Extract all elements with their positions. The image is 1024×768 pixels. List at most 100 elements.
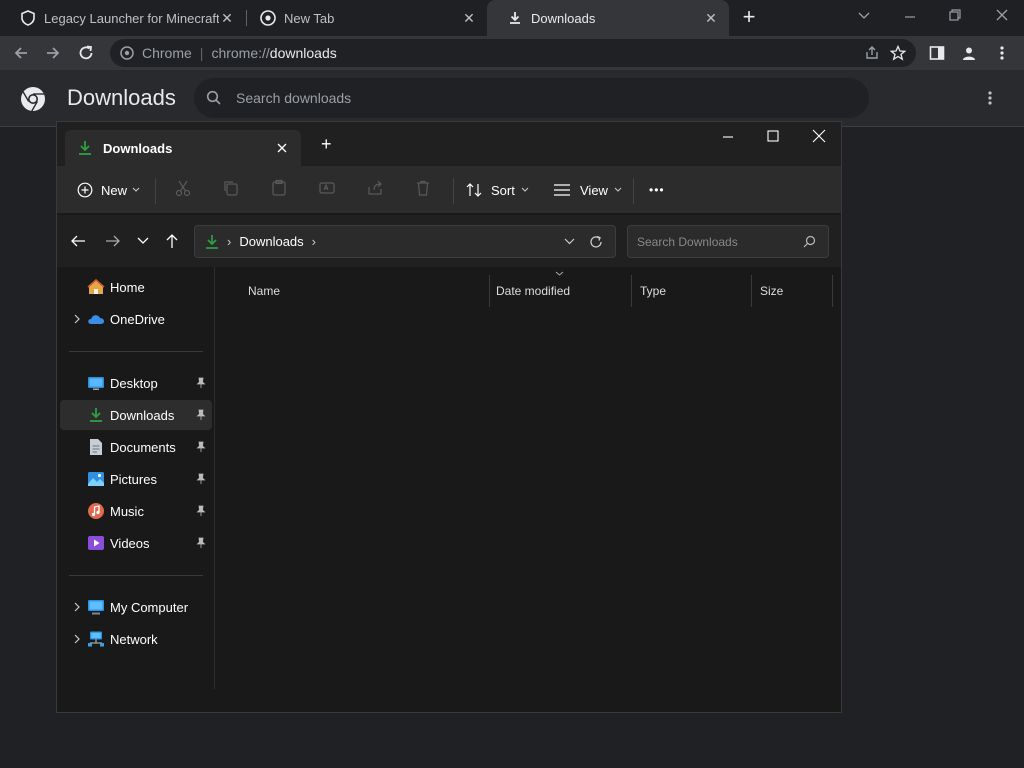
expand-chevron-icon[interactable] xyxy=(69,314,87,324)
reload-icon[interactable] xyxy=(77,44,95,62)
view-label: View xyxy=(580,182,608,198)
profile-icon[interactable] xyxy=(961,45,977,61)
computer-icon xyxy=(88,600,104,615)
address-bar[interactable]: Chrome | chrome:// downloads xyxy=(110,39,916,67)
downloads-search-box[interactable]: Search downloads xyxy=(194,78,869,118)
column-header-name[interactable]: Name xyxy=(240,275,490,307)
browser-tab-downloads[interactable]: Downloads ✕ xyxy=(487,0,729,36)
browser-tab-legacy-launcher[interactable]: Legacy Launcher for Minecraft (e ✕ xyxy=(0,0,245,36)
sidebar-item-music[interactable]: Music xyxy=(60,496,212,526)
shield-icon xyxy=(21,10,35,26)
share-icon[interactable] xyxy=(864,45,880,61)
sidebar-item-label: Videos xyxy=(110,535,150,551)
onedrive-icon xyxy=(88,315,104,324)
sidebar-item-downloads[interactable]: Downloads xyxy=(60,400,212,430)
more-options-icon[interactable] xyxy=(986,90,994,106)
close-icon[interactable]: ✕ xyxy=(461,10,477,26)
pin-icon[interactable] xyxy=(196,505,206,517)
home-icon xyxy=(87,278,105,294)
maximize-icon[interactable] xyxy=(766,129,780,143)
new-tab-button[interactable]: + xyxy=(738,6,760,28)
share-icon[interactable] xyxy=(366,179,384,197)
rename-icon[interactable] xyxy=(318,179,336,197)
cut-icon[interactable] xyxy=(174,179,192,197)
menu-kebab-icon[interactable] xyxy=(998,45,1006,61)
downloads-icon xyxy=(79,141,91,155)
close-icon[interactable]: ✕ xyxy=(219,10,235,26)
toolbar-divider xyxy=(633,178,634,204)
up-arrow-icon[interactable] xyxy=(165,233,179,249)
downloads-icon xyxy=(206,234,218,249)
explorer-address-bar[interactable]: › Downloads › xyxy=(194,225,616,258)
pin-icon[interactable] xyxy=(196,473,206,485)
column-header-date-modified[interactable]: Date modified xyxy=(488,275,632,307)
new-button[interactable]: New xyxy=(77,178,140,202)
forward-arrow-icon[interactable] xyxy=(105,234,121,248)
sidebar-item-pictures[interactable]: Pictures xyxy=(60,464,212,494)
explorer-tab-downloads[interactable]: Downloads xyxy=(65,130,301,166)
chevron-down-icon xyxy=(132,187,140,192)
close-icon[interactable]: ✕ xyxy=(703,10,719,26)
explorer-search-box[interactable]: Search Downloads xyxy=(627,225,829,258)
sidebar-item-onedrive[interactable]: OneDrive xyxy=(60,304,212,334)
sidebar-item-home[interactable]: Home xyxy=(60,272,212,302)
minimize-icon[interactable] xyxy=(903,10,917,24)
sidebar-divider xyxy=(69,575,203,576)
explorer-new-tab-button[interactable]: + xyxy=(321,134,332,154)
sidebar-item-my-computer[interactable]: My Computer xyxy=(60,592,212,622)
close-window-icon[interactable] xyxy=(812,129,826,143)
browser-tab-title: Downloads xyxy=(531,10,596,26)
paste-icon[interactable] xyxy=(270,179,288,197)
column-header-type[interactable]: Type xyxy=(632,275,752,307)
delete-icon[interactable] xyxy=(414,179,432,197)
side-panel-icon[interactable] xyxy=(929,45,945,61)
back-arrow-icon[interactable] xyxy=(12,44,30,62)
tab-search-chevron-icon[interactable] xyxy=(857,10,871,20)
sidebar-divider xyxy=(69,351,203,352)
browser-tab-new-tab[interactable]: New Tab ✕ xyxy=(240,0,487,36)
expand-chevron-icon[interactable] xyxy=(69,602,87,612)
explorer-tab-title: Downloads xyxy=(103,140,173,156)
pictures-icon xyxy=(88,472,104,486)
sidebar-item-desktop[interactable]: Desktop xyxy=(60,368,212,398)
toolbar-divider xyxy=(155,178,156,204)
column-header-size[interactable]: Size xyxy=(752,275,833,307)
copy-icon[interactable] xyxy=(222,179,240,197)
close-tab-icon[interactable] xyxy=(277,143,287,153)
breadcrumb-downloads[interactable]: Downloads xyxy=(239,234,303,249)
chrome-icon xyxy=(120,46,134,60)
back-arrow-icon[interactable] xyxy=(70,234,86,248)
restore-icon[interactable] xyxy=(948,8,962,22)
sidebar-item-network[interactable]: Network xyxy=(60,624,212,654)
expand-chevron-icon[interactable] xyxy=(69,634,87,644)
refresh-icon[interactable] xyxy=(589,235,603,249)
search-icon xyxy=(206,90,221,105)
sidebar-item-label: Documents xyxy=(110,439,176,455)
column-header-label: Date modified xyxy=(496,284,571,298)
pin-icon[interactable] xyxy=(196,441,206,453)
bookmark-star-icon[interactable] xyxy=(890,45,906,61)
pin-icon[interactable] xyxy=(196,409,206,421)
recent-locations-chevron-icon[interactable] xyxy=(137,237,149,245)
sort-button[interactable]: Sort xyxy=(465,178,529,202)
close-window-icon[interactable] xyxy=(995,8,1009,22)
sidebar-item-videos[interactable]: Videos xyxy=(60,528,212,558)
more-options-button[interactable]: ••• xyxy=(649,178,665,202)
sort-descending-icon xyxy=(555,271,564,276)
sidebar-item-documents[interactable]: Documents xyxy=(60,432,212,462)
view-list-icon xyxy=(554,184,570,196)
search-placeholder: Search Downloads xyxy=(637,234,738,249)
pin-icon[interactable] xyxy=(196,537,206,549)
music-icon xyxy=(88,503,104,519)
address-dropdown-chevron-icon[interactable] xyxy=(564,238,575,245)
url-path: downloads xyxy=(269,45,337,61)
chevron-down-icon xyxy=(614,187,622,192)
sidebar-item-label: Home xyxy=(110,279,145,295)
forward-arrow-icon[interactable] xyxy=(44,44,62,62)
pin-icon[interactable] xyxy=(196,377,206,389)
sidebar-item-label: Desktop xyxy=(110,375,158,391)
plus-circle-icon xyxy=(77,182,93,198)
view-button[interactable]: View xyxy=(553,178,622,202)
minimize-icon[interactable] xyxy=(721,130,735,144)
sort-icon xyxy=(466,183,482,197)
